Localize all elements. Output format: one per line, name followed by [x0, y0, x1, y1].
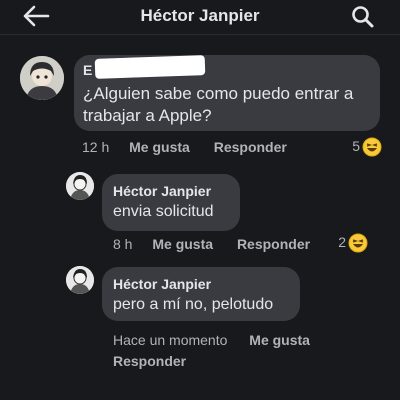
avatar[interactable] [20, 56, 64, 100]
search-icon [352, 6, 374, 28]
redaction [94, 55, 206, 79]
laughing-emoji-icon [362, 137, 382, 157]
reply-bubble: Héctor Janpier envia solicitud [102, 174, 240, 231]
reply-author: Héctor Janpier [113, 183, 212, 199]
reaction-count: 2 [338, 234, 346, 250]
reaction-count: 5 [352, 138, 360, 154]
like-button[interactable]: Me gusta [249, 330, 310, 351]
comment-bubble: E ¿Alguien sabe como puedo entrar a trab… [74, 55, 380, 131]
reply-actions: 8 h Me gusta Responder [113, 236, 310, 252]
search-button[interactable] [350, 4, 376, 30]
comment-author: E [83, 62, 93, 78]
reply-button[interactable]: Responder [237, 236, 310, 252]
reply-text: envia solicitud [113, 203, 214, 220]
laughing-emoji-icon [348, 233, 368, 253]
comment-text: ¿Alguien sabe como puedo entrar a trabaj… [83, 83, 353, 127]
comment-actions: 12 h Me gusta Responder [82, 139, 287, 155]
reaction-summary[interactable]: 5 [340, 137, 382, 157]
reply-actions: Hace un momento Me gusta Responder [113, 330, 310, 372]
avatar[interactable] [66, 172, 94, 200]
page-title: Héctor Janpier [140, 6, 260, 25]
comment-time: 12 h [82, 139, 110, 155]
reply-author: Héctor Janpier [113, 276, 212, 292]
reply-time: 8 h [113, 236, 133, 252]
like-button[interactable]: Me gusta [152, 236, 213, 252]
comment-text-line: ¿Alguien sabe como puedo entrar a [83, 84, 354, 103]
reply-button[interactable]: Responder [113, 351, 186, 372]
comment-text-line: trabajar a Apple? [83, 106, 212, 125]
top-bar: Héctor Janpier [0, 0, 400, 35]
reply-bubble: Héctor Janpier pero a mí no, pelotudo [102, 267, 300, 321]
avatar[interactable] [66, 266, 94, 294]
reply-text: pero a mí no, pelotudo [113, 296, 274, 313]
like-button[interactable]: Me gusta [129, 139, 190, 155]
reply-time: Hace un momento [113, 332, 228, 348]
reply-button[interactable]: Responder [214, 139, 287, 155]
reaction-summary[interactable]: 2 [326, 233, 368, 253]
